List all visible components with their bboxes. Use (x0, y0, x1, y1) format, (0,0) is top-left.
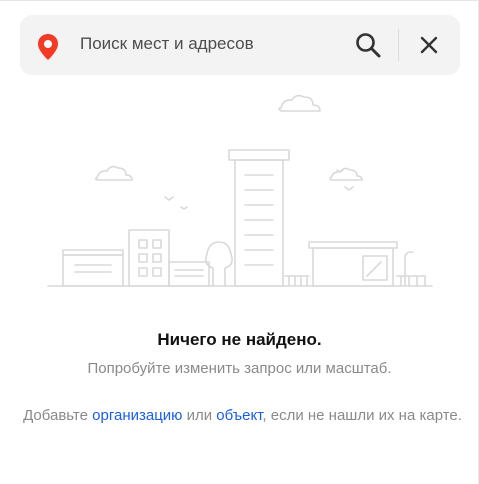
search-separator (398, 29, 399, 61)
search-input[interactable]: Поиск мест и адресов (80, 34, 254, 54)
close-icon[interactable] (417, 33, 441, 57)
city-buildings-illustration (47, 94, 433, 287)
location-pin-icon (38, 34, 58, 60)
hint-or: или (182, 407, 217, 424)
add-object-link[interactable]: объект (216, 407, 262, 424)
empty-state-title: Ничего не найдено. (157, 330, 322, 349)
search-bar[interactable]: Поиск мест и адресов (20, 15, 460, 75)
add-organization-link[interactable]: организацию (92, 407, 182, 424)
empty-state-subtitle: Попробуйте изменить запрос или масштаб. (87, 360, 392, 377)
hint-prefix: Добавьте (23, 407, 93, 424)
top-divider (0, 0, 479, 1)
add-place-hint: Добавьте организацию или объект, если не… (15, 405, 470, 427)
hint-suffix: , если не нашли их на карте. (262, 407, 462, 424)
search-icon[interactable] (353, 30, 383, 60)
